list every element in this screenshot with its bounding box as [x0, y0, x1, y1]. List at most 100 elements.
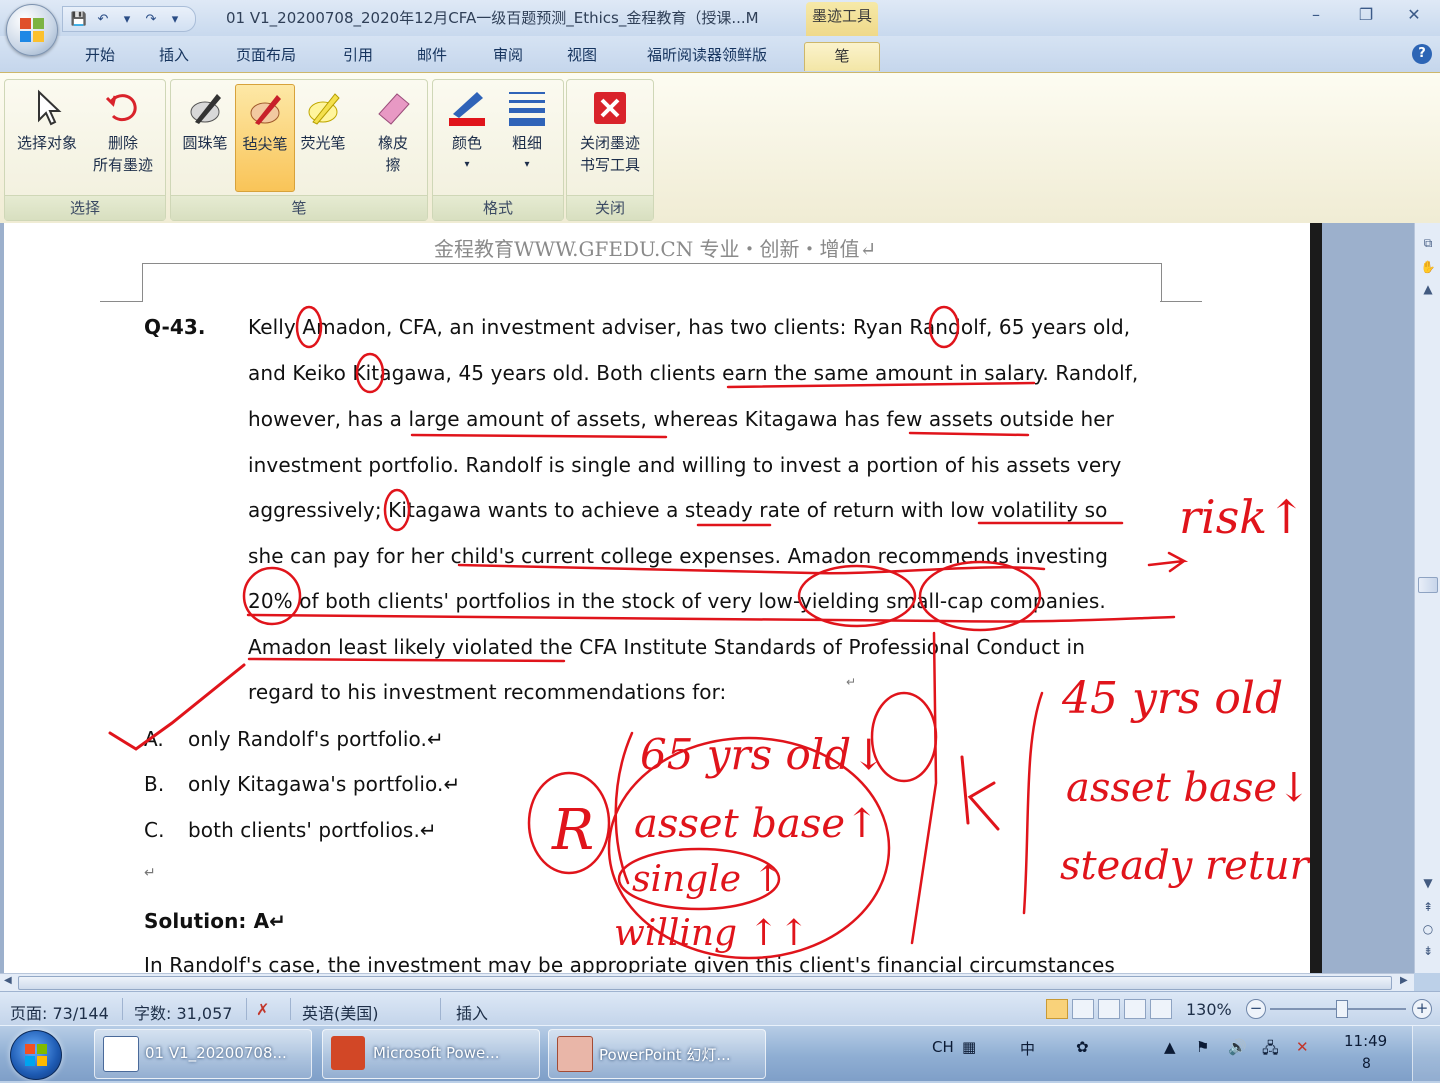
tab-foxit-reader[interactable]: 福昕阅读器领鲜版 — [630, 42, 784, 70]
document-page[interactable]: 金程教育WWW.GFEDU.CN 专业・创新・增值↵ Q-43. Kelly A… — [4, 223, 1310, 973]
eraser-label-1: 橡皮 — [377, 134, 408, 152]
question-line: Amadon least likely violated the CFA Ins… — [248, 635, 1085, 659]
full-screen-reading-icon[interactable] — [1072, 999, 1094, 1019]
scroll-up-icon[interactable]: ▲ — [1419, 281, 1437, 297]
hscroll-thumb[interactable] — [18, 976, 1392, 990]
tab-review[interactable]: 审阅 — [480, 42, 536, 70]
paragraph-mark: ↵ — [846, 675, 857, 689]
tab-view[interactable]: 视图 — [554, 42, 610, 70]
insert-mode-indicator[interactable]: 插入 — [456, 1000, 488, 1024]
proofing-icon[interactable]: ✗ — [256, 1000, 269, 1019]
input-language[interactable]: CH — [932, 1038, 954, 1056]
ink-underline — [410, 433, 668, 439]
start-button[interactable] — [10, 1030, 62, 1080]
crop-mark — [1160, 301, 1202, 302]
ink-r-line: 65 yrs old↓ — [640, 730, 886, 779]
previous-page-icon[interactable]: ⇞ — [1419, 899, 1437, 915]
ink-r-line: willing ↑↑ — [614, 913, 809, 954]
highlighter-button[interactable]: 荧光笔 — [293, 84, 353, 154]
minimize-button[interactable]: – — [1296, 4, 1336, 26]
status-separator — [122, 998, 123, 1020]
language-indicator[interactable]: 英语(美国) — [302, 1000, 379, 1024]
scroll-right-icon[interactable]: ▶ — [1400, 975, 1408, 986]
tab-mailings[interactable]: 邮件 — [404, 42, 460, 70]
redo-icon[interactable]: ↷ — [141, 10, 161, 28]
taskbar-item-label: Microsoft Powe... — [373, 1044, 500, 1062]
color-button[interactable]: 颜色 ▾ — [439, 84, 495, 176]
close-button[interactable]: ✕ — [1394, 4, 1434, 26]
highlighter-icon — [303, 88, 343, 128]
undo-icon[interactable]: ↶ — [93, 10, 113, 28]
ime-mode[interactable]: 中 — [1020, 1038, 1035, 1059]
volume-icon[interactable]: 🔊 — [1228, 1038, 1247, 1056]
weight-button[interactable]: 粗细 ▾ — [499, 84, 555, 176]
show-hidden-icons[interactable]: ▲ — [1164, 1038, 1176, 1056]
tab-pen[interactable]: 笔 — [804, 42, 880, 71]
tab-page-layout[interactable]: 页面布局 — [224, 42, 308, 70]
action-center-icon[interactable]: ⚑ — [1196, 1038, 1209, 1056]
print-layout-view-icon[interactable] — [1046, 999, 1068, 1019]
ink-circle — [527, 771, 611, 875]
solution-heading: Solution: A↵ — [144, 909, 287, 933]
web-layout-icon[interactable] — [1098, 999, 1120, 1019]
close-ink-label-1: 关闭墨迹 — [579, 134, 640, 152]
page-edge — [1310, 223, 1322, 973]
tab-home[interactable]: 开始 — [72, 42, 128, 70]
question-line: and Keiko Kitagawa, 45 years old. Both c… — [248, 361, 1139, 385]
clock-date[interactable]: 8 — [1362, 1056, 1371, 1072]
taskbar-item-slideshow[interactable]: PowerPoint 幻灯... — [548, 1029, 766, 1079]
outline-view-icon[interactable] — [1124, 999, 1146, 1019]
zoom-level[interactable]: 130% — [1186, 1000, 1232, 1019]
weight-label: 粗细 — [511, 134, 542, 152]
group-select-label: 选择 — [5, 195, 165, 220]
scroll-thumb[interactable] — [1418, 577, 1438, 593]
close-ink-tools-button[interactable]: 关闭墨迹 书写工具 — [571, 84, 649, 176]
ballpoint-pen-button[interactable]: 圆珠笔 — [175, 84, 235, 154]
vertical-scrollbar[interactable]: ⧉ ✋ ▲ ▼ ⇞ ○ ⇟ — [1414, 223, 1440, 973]
slideshow-icon — [557, 1036, 593, 1072]
ink-divider — [910, 631, 938, 945]
browse-object-icon[interactable]: ○ — [1419, 921, 1437, 937]
ruler-toggle-icon[interactable]: ⧉ — [1419, 235, 1437, 251]
show-desktop-button[interactable] — [1412, 1026, 1440, 1081]
word-count[interactable]: 字数: 31,057 — [134, 1000, 232, 1024]
clock-time[interactable]: 11:49 — [1344, 1032, 1387, 1050]
customize-qat-icon[interactable]: ▾ — [165, 10, 185, 28]
network-error-icon[interactable]: ✕ — [1296, 1038, 1309, 1056]
horizontal-scrollbar[interactable]: ◀ ▶ — [0, 973, 1414, 992]
draft-view-icon[interactable] — [1150, 999, 1172, 1019]
eraser-button[interactable]: 橡皮 擦 — [363, 84, 423, 176]
undo-dropdown-icon[interactable]: ▾ — [117, 10, 137, 28]
scroll-down-icon[interactable]: ▼ — [1419, 875, 1437, 891]
next-page-icon[interactable]: ⇟ — [1419, 943, 1437, 959]
ime-toolbar-icon[interactable]: ▦ — [962, 1038, 976, 1056]
tab-insert[interactable]: 插入 — [146, 42, 202, 70]
scroll-left-icon[interactable]: ◀ — [4, 975, 12, 986]
save-icon[interactable]: 💾 — [69, 10, 89, 28]
page-count[interactable]: 页面: 73/144 — [10, 1000, 109, 1024]
group-close: 关闭墨迹 书写工具 关闭 — [566, 79, 654, 221]
network-icon[interactable]: 🖧 — [1262, 1038, 1279, 1063]
weight-dropdown-icon[interactable]: ▾ — [499, 154, 555, 176]
zoom-slider-thumb[interactable] — [1336, 1000, 1348, 1018]
document-area[interactable]: 金程教育WWW.GFEDU.CN 专业・创新・增值↵ Q-43. Kelly A… — [0, 223, 1414, 973]
felt-tip-pen-button[interactable]: 毡尖笔 — [235, 84, 295, 192]
zoom-in-button[interactable]: + — [1412, 999, 1432, 1019]
select-objects-button[interactable]: 选择对象 — [9, 84, 85, 154]
help-icon[interactable]: ? — [1412, 44, 1432, 64]
tab-references[interactable]: 引用 — [330, 42, 386, 70]
question-id: Q-43. — [144, 315, 206, 339]
close-ink-label-2: 书写工具 — [579, 156, 640, 174]
zoom-out-button[interactable]: − — [1246, 999, 1266, 1019]
color-dropdown-icon[interactable]: ▾ — [439, 154, 495, 176]
taskbar-item-powerpoint[interactable]: Microsoft Powe... — [322, 1029, 540, 1079]
office-button[interactable] — [6, 4, 58, 56]
delete-all-ink-button[interactable]: 删除 所有墨迹 — [85, 84, 161, 176]
restore-button[interactable]: ❐ — [1346, 4, 1386, 26]
tray-app-icon[interactable]: ✿ — [1076, 1038, 1089, 1056]
group-format-label: 格式 — [433, 195, 563, 220]
taskbar-item-word[interactable]: 01 V1_20200708... — [94, 1029, 312, 1079]
quick-access-toolbar: 💾 ↶ ▾ ↷ ▾ — [62, 6, 196, 32]
ink-r-line: asset base↑ — [634, 801, 879, 847]
pan-hand-icon[interactable]: ✋ — [1419, 259, 1437, 275]
